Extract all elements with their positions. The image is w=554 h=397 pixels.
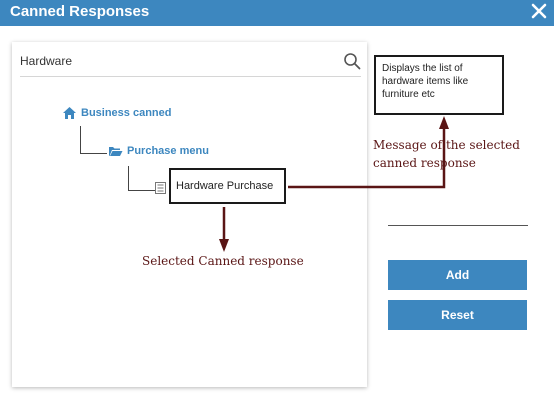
dialog-title: Canned Responses [10,3,150,20]
tree-item-business-canned[interactable]: Business canned [62,104,171,122]
annotation-message: Message of the selected canned response [373,138,520,170]
reset-button[interactable]: Reset [388,300,527,330]
search-input[interactable] [20,48,320,74]
tree-item-purchase-menu[interactable]: Purchase menu [108,142,209,160]
tree-connector [128,166,155,191]
folder-open-icon [109,146,123,156]
add-button[interactable]: Add [388,260,527,290]
message-preview: Displays the list of hardware items like… [374,55,504,115]
callout-arrowhead-up [439,116,449,129]
search-icon[interactable] [343,52,361,70]
divider [388,225,528,226]
selected-canned-response[interactable]: Hardware Purchase [176,180,273,192]
tree-connector [80,126,107,154]
search-bar [20,48,361,77]
annotation-selected: Selected Canned response [142,254,304,268]
dialog-titlebar: Canned Responses [0,0,554,26]
tree-item-hardware-purchase[interactable] [155,179,170,197]
selected-item-highlight: Hardware Purchase [169,168,286,204]
tree-item-label: Purchase menu [127,144,209,157]
tree-item-label: Business canned [81,106,172,119]
canned-tree-panel: Business canned Purchase menu [12,42,367,387]
close-icon[interactable] [530,2,548,20]
document-icon [155,181,166,194]
home-icon [63,106,76,119]
